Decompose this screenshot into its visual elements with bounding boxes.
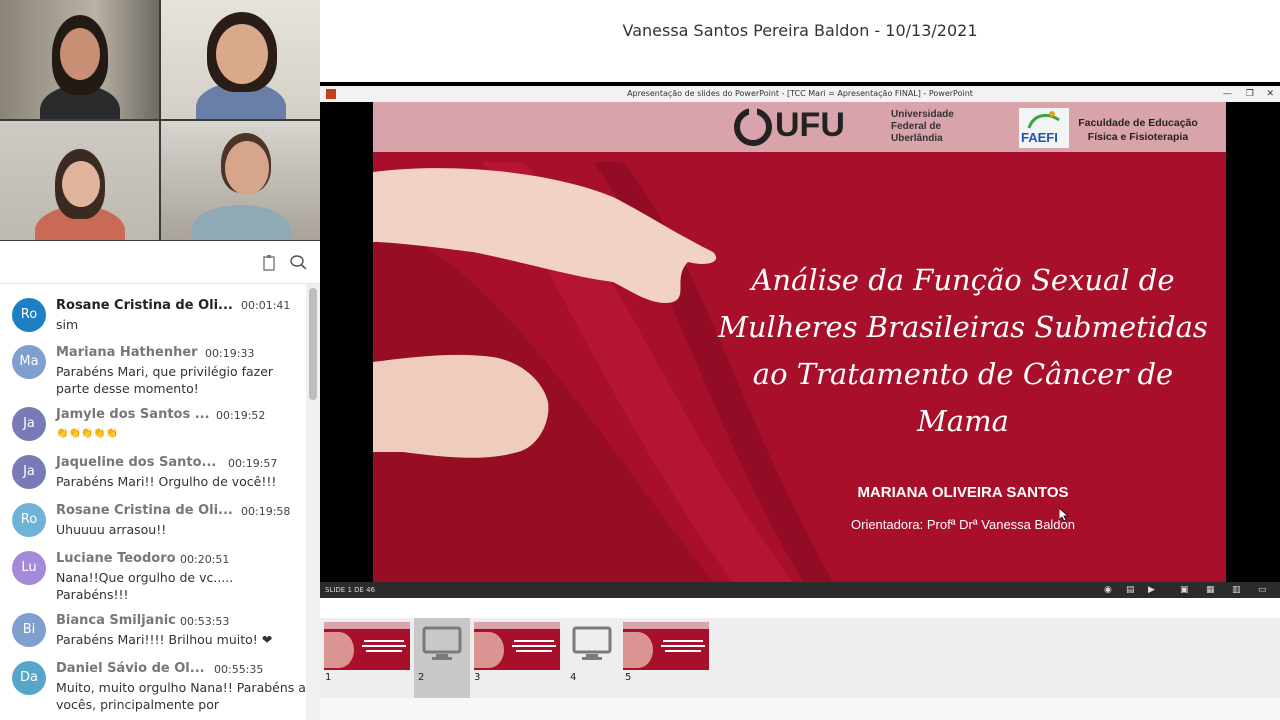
message-text: Uhuuuu arrasou!! <box>56 522 167 537</box>
avatar: Ro <box>12 298 46 332</box>
sender-name: Rosane Cristina de Oli... <box>56 298 233 313</box>
faefi-logo-subtitle: Faculdade de Educação Física e Fisiotera… <box>1078 117 1198 143</box>
thumbnail-number: 2 <box>418 672 425 683</box>
message-text: 👏👏👏👏👏 <box>56 428 119 439</box>
message-text: Nana!!Que orgulho de vc..... Parabéns!!! <box>56 570 234 602</box>
message-time: 00:19:52 <box>216 409 266 422</box>
thumbnail-1[interactable]: 1 <box>320 618 412 698</box>
participant-video-1[interactable] <box>0 0 159 119</box>
sender-name: Rosane Cristina de Oli... <box>56 503 233 518</box>
close-icon[interactable]: ✕ <box>1266 86 1274 102</box>
normal-view-icon[interactable]: ▣ <box>1180 582 1189 598</box>
mouse-cursor-icon <box>1059 508 1069 522</box>
copy-icon[interactable] <box>259 253 279 273</box>
monitor-icon <box>422 626 462 660</box>
participant-video-2[interactable] <box>161 0 320 119</box>
avatar: Ma <box>12 345 46 379</box>
thumbnail-slide-preview <box>474 622 560 670</box>
message-time: 00:55:35 <box>214 663 264 676</box>
window-title: Apresentação de slides do PowerPoint - [… <box>627 89 973 98</box>
sender-name: Bianca Smiljanic <box>56 613 176 628</box>
slide-advisor: Orientadora: Profª Drª Vanessa Baldon <box>851 517 1075 532</box>
sender-name: Mariana Hathenher <box>56 345 198 360</box>
message-text: Muito, muito orgulho Nana!! Parabéns a v… <box>56 680 306 712</box>
slide-header-band: UFU Universidade Federal de Uberlândia F… <box>373 102 1226 152</box>
chat-bubbles-icon[interactable] <box>289 253 309 273</box>
monitor-icon <box>572 626 612 660</box>
faefi-logo-text: FAEFI <box>1021 130 1058 145</box>
slide-thumbnail-strip: 1 2 3 4 5 <box>320 618 1280 698</box>
participant-video-3[interactable] <box>0 121 159 240</box>
thumbnail-number: 1 <box>325 672 332 683</box>
message-time: 00:19:57 <box>228 457 278 470</box>
ufu-logo-subtitle: Universidade Federal de Uberlândia <box>891 109 954 144</box>
thumbnail-slide-preview <box>324 622 410 670</box>
play-icon[interactable]: ▶ <box>1148 582 1155 598</box>
message-text: Parabéns Mari, que privilégio fazer part… <box>56 364 274 396</box>
sender-name: Daniel Sávio de Ol... <box>56 661 205 676</box>
thumbnail-number: 5 <box>625 672 632 683</box>
message-time: 00:53:53 <box>180 615 230 628</box>
avatar: Lu <box>12 551 46 585</box>
avatar: Ro <box>12 503 46 537</box>
avatar: Ja <box>12 455 46 489</box>
sender-name: Jaqueline dos Santo... <box>56 455 217 470</box>
sender-name: Luciane Teodoro <box>56 551 176 566</box>
slide-sorter-icon[interactable]: ▦ <box>1206 582 1215 598</box>
thumbnail-5[interactable]: 5 <box>622 618 714 698</box>
thumbnail-4[interactable]: 4 <box>566 618 622 698</box>
chat-header <box>0 241 320 284</box>
chat-list: Ro Rosane Cristina de Oli... 00:01:41 si… <box>0 284 306 720</box>
faefi-logo-icon: FAEFI <box>1019 108 1069 148</box>
avatar: Bi <box>12 613 46 647</box>
thumbnail-number: 3 <box>474 672 481 683</box>
powerpoint-logo-icon <box>326 89 336 99</box>
sender-name: Jamyle dos Santos ... <box>56 407 210 422</box>
slideshow-icon[interactable]: ▭ <box>1258 582 1267 598</box>
message-time: 00:01:41 <box>241 299 291 312</box>
scrollbar-thumb[interactable] <box>309 288 317 400</box>
thumbnail-3[interactable]: 3 <box>472 618 564 698</box>
restore-icon[interactable]: ❐ <box>1246 86 1254 102</box>
thumbnail-2[interactable]: 2 <box>414 618 470 698</box>
current-slide: UFU Universidade Federal de Uberlândia F… <box>373 102 1226 582</box>
ufu-logo-icon <box>734 107 772 146</box>
avatar: Da <box>12 661 46 695</box>
notes-icon[interactable]: ◉ <box>1104 582 1112 598</box>
message-text: sim <box>56 317 79 332</box>
powerpoint-status-bar: SLIDE 1 DE 46 ◉ ▤ ▶ ▣ ▦ ▥ ▭ <box>320 582 1280 598</box>
participant-video-4[interactable] <box>161 121 320 240</box>
ufu-logo-text: UFU <box>775 106 845 144</box>
minimize-icon[interactable]: — <box>1223 86 1232 102</box>
message-time: 00:20:51 <box>180 553 230 566</box>
reading-view-icon[interactable]: ▥ <box>1232 582 1241 598</box>
slide-author: MARIANA OLIVEIRA SANTOS <box>857 484 1069 501</box>
shared-screen: Apresentação de slides do PowerPoint - [… <box>320 82 1280 598</box>
slide-title: Análise da Função Sexual de Mulheres Bra… <box>718 263 1208 438</box>
bottom-bar <box>320 698 1280 720</box>
thumbnail-slide-preview <box>623 622 709 670</box>
chat-scrollbar[interactable] <box>306 284 320 720</box>
message-time: 00:19:33 <box>205 347 255 360</box>
comments-icon[interactable]: ▤ <box>1126 582 1135 598</box>
message-text: Parabéns Mari!!!! Brilhou muito! ❤ <box>56 632 273 647</box>
message-text: Parabéns Mari!! Orgulho de você!!! <box>56 474 277 489</box>
avatar: Ja <box>12 407 46 441</box>
slide-counter: SLIDE 1 DE 46 <box>325 586 376 594</box>
video-grid <box>0 0 320 241</box>
thumbnail-number: 4 <box>570 672 577 683</box>
message-time: 00:19:58 <box>241 505 291 518</box>
powerpoint-titlebar: Apresentação de slides do PowerPoint - [… <box>320 86 1280 102</box>
presenter-label: Vanessa Santos Pereira Baldon - 10/13/20… <box>622 21 978 40</box>
